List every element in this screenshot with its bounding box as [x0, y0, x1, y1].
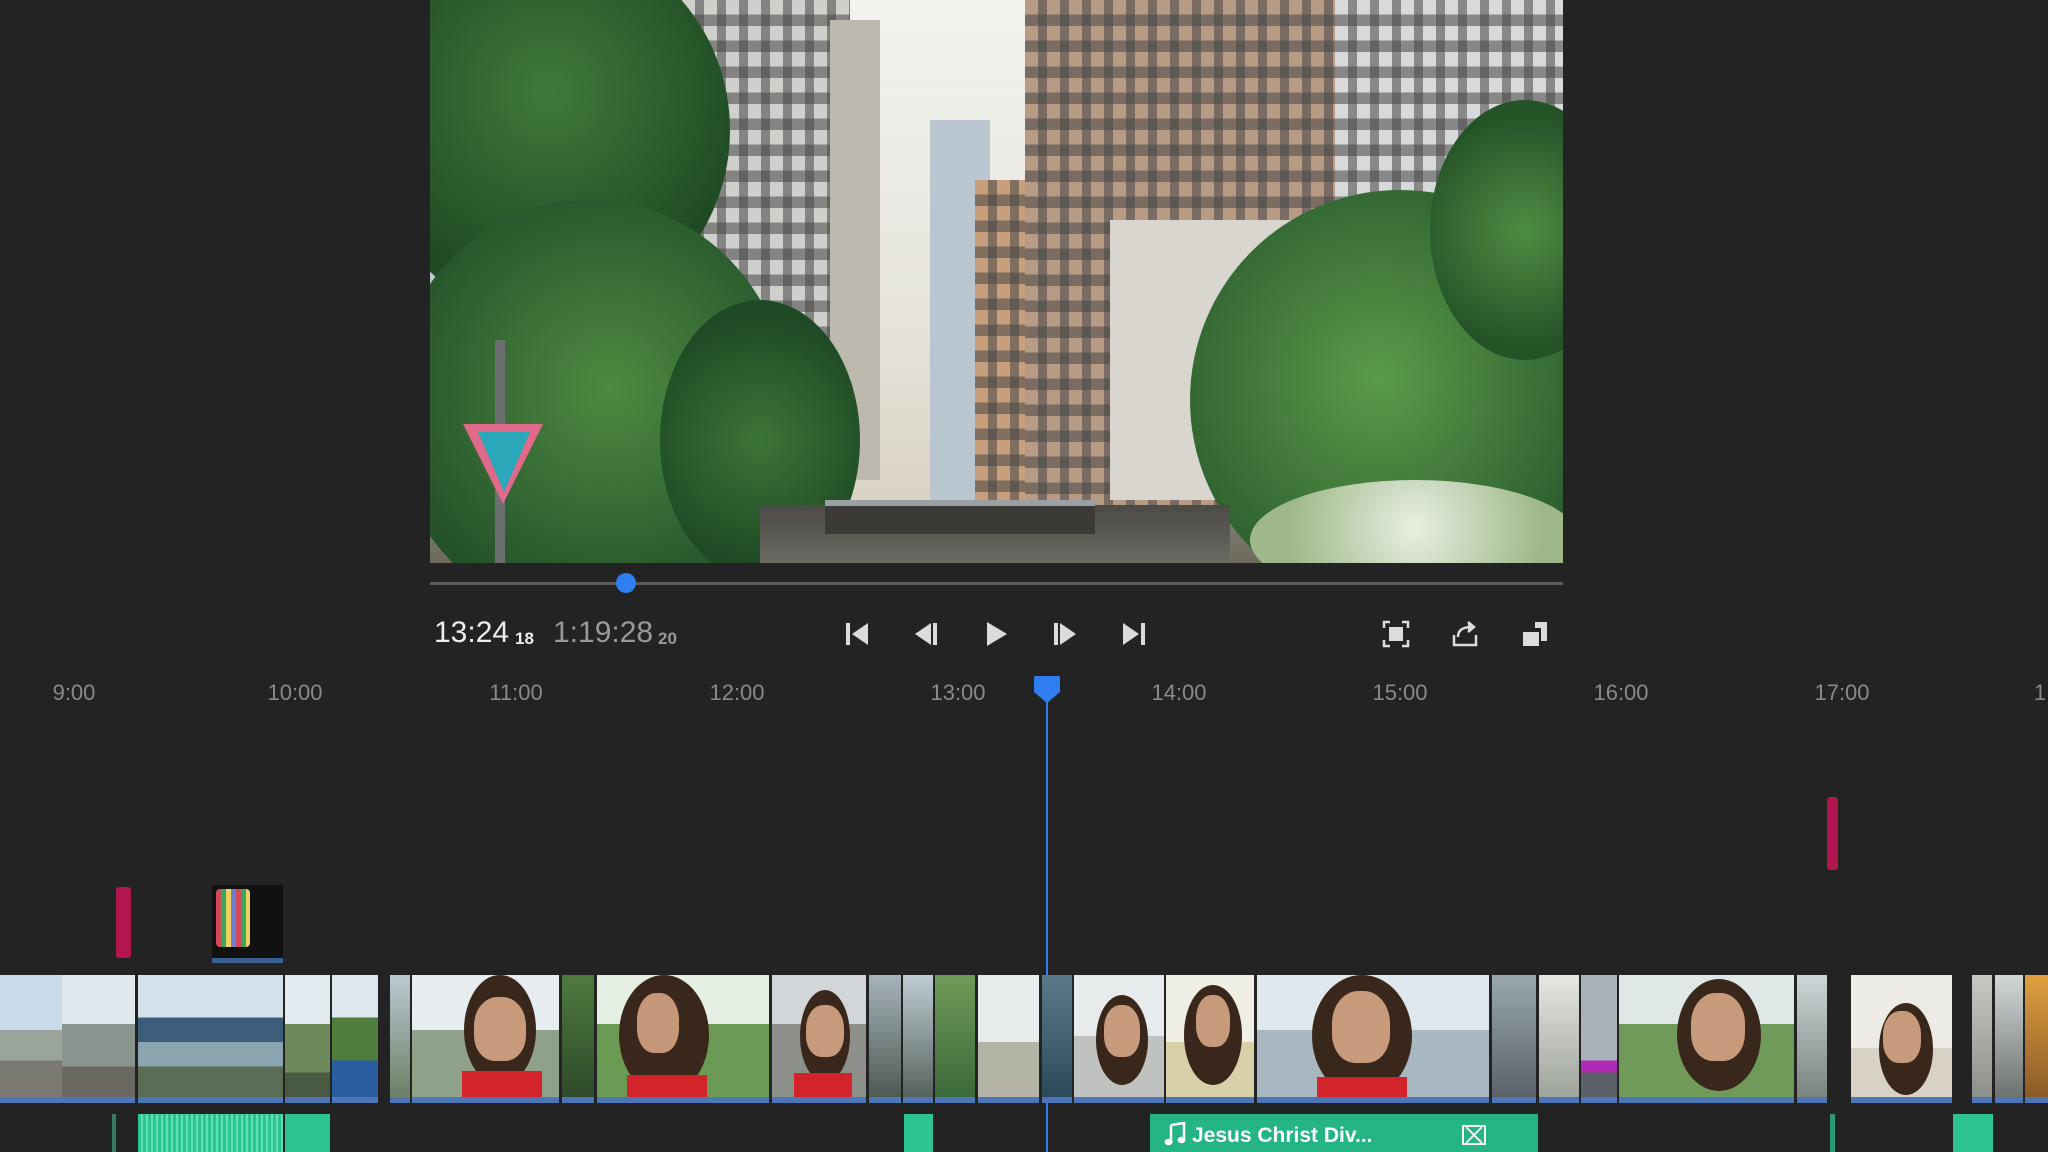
person-face — [1332, 991, 1390, 1063]
ruler-tick: 1 — [2033, 680, 2047, 705]
play-icon — [987, 622, 1007, 646]
ruler-tick: 14:00 — [1151, 680, 1207, 705]
person-face — [1196, 995, 1230, 1047]
fit-to-screen-icon — [1382, 620, 1410, 648]
total-duration-frames: 20 — [658, 629, 677, 648]
video-clip[interactable] — [935, 975, 975, 1103]
timeline-marker[interactable] — [1827, 797, 1838, 870]
ruler-tick: 13:00 — [930, 680, 986, 705]
step-forward-icon — [1054, 623, 1076, 645]
music-clip-label: Jesus Christ Div... — [1192, 1124, 1373, 1147]
expand-button[interactable] — [1517, 616, 1553, 652]
audio-clip[interactable] — [1830, 1114, 1835, 1152]
video-track[interactable] — [0, 975, 2048, 1103]
step-back-icon — [915, 623, 937, 645]
video-clip[interactable] — [1619, 975, 1794, 1103]
video-clip[interactable] — [1042, 975, 1072, 1103]
video-clip[interactable] — [1257, 975, 1489, 1103]
scrubber-handle[interactable] — [616, 573, 636, 593]
step-back-button[interactable] — [908, 616, 944, 652]
expand-icon — [1523, 622, 1547, 646]
video-clip[interactable] — [1995, 975, 2023, 1103]
step-forward-button[interactable] — [1047, 616, 1083, 652]
video-clip[interactable] — [903, 975, 933, 1103]
person-shirt — [1317, 1077, 1407, 1097]
timeline-marker[interactable] — [116, 887, 131, 958]
ruler-tick: 17:00 — [1814, 680, 1870, 705]
skip-to-start-button[interactable] — [839, 616, 875, 652]
video-clip[interactable] — [138, 975, 283, 1103]
ruler-tick: 15:00 — [1372, 680, 1428, 705]
audio-clip[interactable] — [285, 1114, 330, 1152]
video-clip[interactable] — [1797, 975, 1827, 1103]
music-clip[interactable]: Jesus Christ Div... — [1150, 1114, 1538, 1152]
video-clip[interactable] — [1851, 975, 1952, 1103]
audio-clip[interactable] — [138, 1114, 283, 1152]
video-preview — [430, 0, 1563, 563]
video-clip[interactable] — [869, 975, 901, 1103]
share-button[interactable] — [1447, 616, 1483, 652]
person-shirt — [462, 1071, 542, 1097]
person-face — [1104, 1005, 1140, 1057]
skip-to-end-icon — [1123, 623, 1145, 645]
current-timecode-frames: 18 — [515, 629, 534, 648]
ruler-tick: 10:00 — [267, 680, 323, 705]
playhead-handle[interactable] — [1033, 674, 1061, 704]
video-clip[interactable] — [1581, 975, 1617, 1103]
close-icon[interactable] — [1462, 1125, 1486, 1145]
video-clip[interactable] — [412, 975, 559, 1103]
person-face — [806, 1005, 844, 1057]
video-clip[interactable] — [1166, 975, 1254, 1103]
current-timecode: 13:24 — [434, 616, 510, 649]
video-clip[interactable] — [390, 975, 410, 1103]
person-face — [1883, 1011, 1921, 1063]
person-shirt — [627, 1075, 707, 1097]
elevated-train — [825, 500, 1095, 534]
overlay-thumbnail — [216, 889, 250, 947]
fit-to-screen-button[interactable] — [1378, 616, 1414, 652]
video-clip[interactable] — [1074, 975, 1164, 1103]
person-shirt — [794, 1073, 852, 1097]
video-clip[interactable] — [1972, 975, 1992, 1103]
audio-clip[interactable] — [904, 1114, 933, 1152]
play-button[interactable] — [978, 616, 1014, 652]
overlay-clip[interactable] — [212, 885, 283, 963]
music-note-icon — [1164, 1122, 1186, 1146]
share-icon — [1452, 621, 1478, 647]
person-face — [474, 997, 526, 1061]
video-clip[interactable] — [285, 975, 330, 1103]
video-clip[interactable] — [597, 975, 769, 1103]
video-clip[interactable] — [562, 975, 594, 1103]
video-clip[interactable] — [1539, 975, 1579, 1103]
video-clip[interactable] — [978, 975, 1039, 1103]
ruler-tick: 11:00 — [489, 680, 543, 705]
video-clip[interactable] — [1492, 975, 1536, 1103]
ruler-tick: 16:00 — [1593, 680, 1649, 705]
video-clip[interactable] — [2025, 975, 2048, 1103]
ruler-tick: 9:00 — [52, 680, 96, 705]
scrubber-track[interactable] — [430, 582, 1563, 585]
video-clip[interactable] — [332, 975, 378, 1103]
person-face — [1691, 993, 1745, 1061]
ruler-tick: 12:00 — [709, 680, 765, 705]
skip-to-end-button[interactable] — [1116, 616, 1152, 652]
audio-clip[interactable] — [1953, 1114, 1993, 1152]
audio-clip[interactable] — [112, 1114, 116, 1152]
video-clip[interactable] — [62, 975, 135, 1103]
street-banner-accent — [478, 432, 530, 492]
person-face — [637, 993, 679, 1053]
skip-to-start-icon — [846, 623, 868, 645]
video-clip[interactable] — [0, 975, 62, 1103]
total-duration: 1:19:28 — [553, 616, 654, 649]
video-clip[interactable] — [772, 975, 866, 1103]
